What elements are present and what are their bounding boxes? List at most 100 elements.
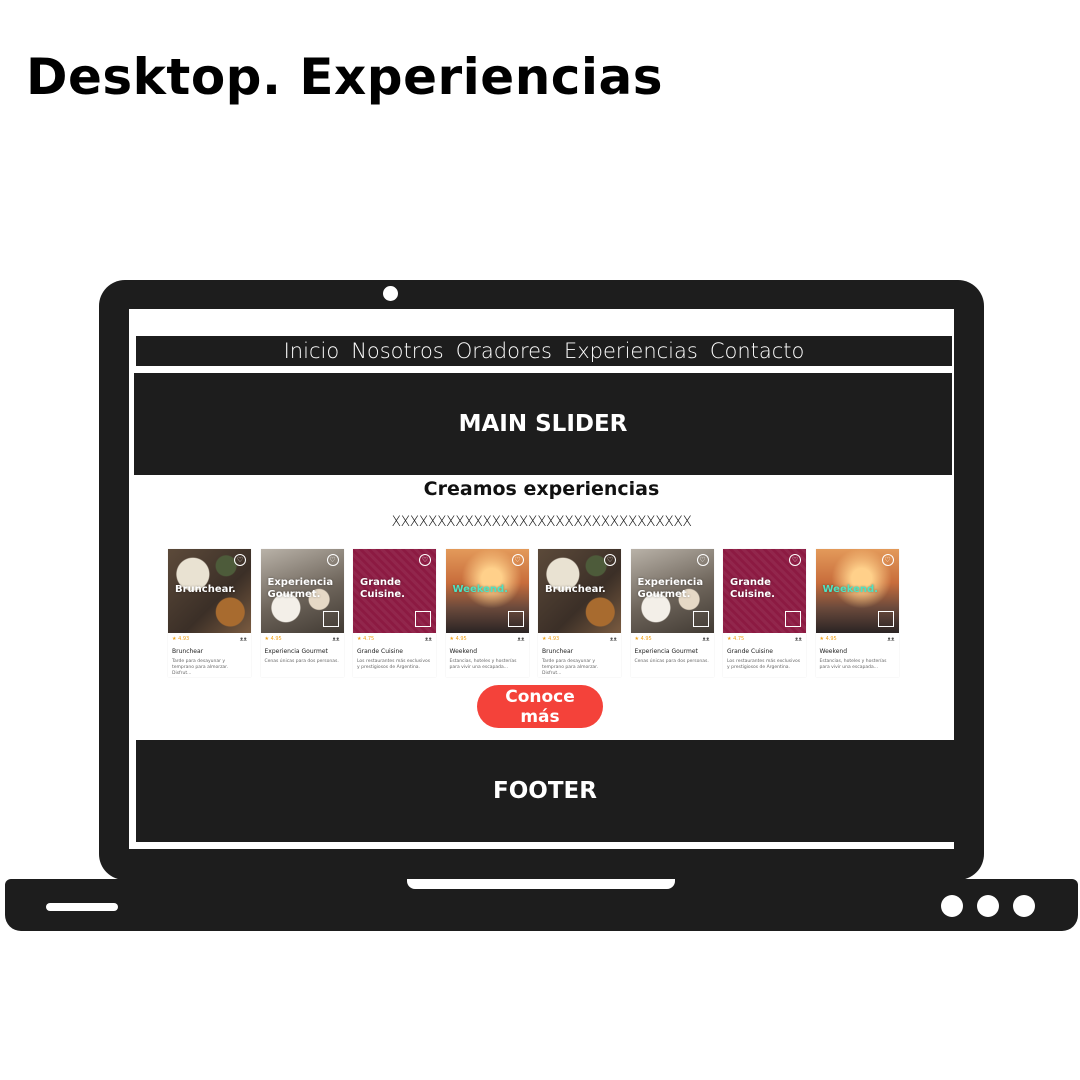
card-image-text: Weekend. (452, 584, 508, 595)
experience-cards: Brunchear. ♡ ★ 4.93 ᴥᴥ Brunchear Tarde para d… (168, 549, 908, 677)
people-icon: ᴥᴥ (239, 635, 247, 643)
people-icon: ᴥᴥ (609, 635, 617, 643)
card-description: Cenas únicas para dos personas. (634, 659, 709, 664)
card-description: Estancias, hoteles y hosterías para vivi… (449, 659, 517, 670)
heart-icon[interactable]: ♡ (326, 554, 339, 566)
experience-card[interactable]: Weekend. ♡ ★ 4.95 ᴥᴥ Weekend Estancias, hotel… (445, 549, 529, 677)
card-image-text: Experiencia Gourmet. (637, 577, 704, 600)
bigbox-logo-icon (507, 611, 524, 627)
experience-card[interactable]: Experiencia Gourmet. ♡ ★ 4.95 ᴥᴥ Experiencia… (630, 549, 714, 677)
bigbox-logo-icon (877, 611, 894, 627)
footer: FOOTER (136, 740, 954, 842)
heart-icon[interactable]: ♡ (881, 554, 894, 566)
webcam (383, 286, 398, 301)
card-rating: ★ 4.75 (727, 636, 745, 642)
heart-icon[interactable]: ♡ (419, 554, 431, 566)
experience-card[interactable]: Weekend. ♡ ★ 4.95 ᴥᴥ Weekend Estancias, hotel… (815, 549, 899, 677)
heart-icon[interactable]: ♡ (511, 554, 524, 566)
card-meta: ★ 4.93 ᴥᴥ (542, 635, 617, 643)
card-image-text: Grande Cuisine. (730, 577, 775, 600)
nav-item-contacto[interactable]: Contacto (710, 336, 805, 366)
card-description: Cenas únicas para dos personas. (264, 659, 339, 664)
card-image: Grande Cuisine. ♡ (353, 549, 436, 633)
bigbox-logo-icon (785, 611, 801, 627)
nav-item-inicio[interactable]: Inicio (284, 336, 340, 366)
heart-icon[interactable]: ♡ (604, 554, 616, 566)
card-description: Los restaurantes más exclusivos y presti… (727, 659, 801, 670)
trackpad-slot (46, 903, 118, 911)
heart-icon[interactable]: ♡ (696, 554, 709, 566)
card-meta: ★ 4.93 ᴥᴥ (172, 635, 247, 643)
card-name: Brunchear (542, 648, 574, 655)
nav-item-experiencias[interactable]: Experiencias (564, 336, 698, 366)
bigbox-logo-icon (692, 611, 709, 627)
card-meta: ★ 4.95 ᴥᴥ (635, 635, 710, 643)
hinge-notch (407, 879, 675, 889)
people-icon: ᴥᴥ (332, 635, 340, 643)
laptop-screen: Inicio Nosotros Oradores Experiencias Co… (129, 309, 954, 849)
people-icon: ᴥᴥ (424, 635, 432, 643)
people-icon: ᴥᴥ (517, 635, 525, 643)
card-meta: ★ 4.95 ᴥᴥ (265, 635, 340, 643)
indicator-dot (1013, 895, 1035, 917)
section-title: Creamos experiencias (423, 478, 660, 500)
card-name: Experiencia Gourmet (264, 648, 328, 655)
card-meta: ★ 4.75 ᴥᴥ (727, 635, 802, 643)
card-description: Estancias, hoteles y hosterías para vivi… (819, 659, 887, 670)
card-description: Los restaurantes más exclusivos y presti… (357, 659, 431, 670)
card-name: Weekend (449, 648, 478, 655)
card-image: Brunchear. ♡ (538, 549, 621, 633)
card-image-text: Brunchear. (545, 584, 606, 595)
card-name: Grande Cuisine (357, 648, 403, 655)
nav-item-oradores[interactable]: Oradores (456, 336, 552, 366)
card-meta: ★ 4.75 ᴥᴥ (357, 635, 432, 643)
bigbox-logo-icon (322, 611, 339, 627)
indicator-dot (941, 895, 963, 917)
card-image: Experiencia Gourmet. ♡ (630, 549, 714, 633)
card-name: Brunchear (172, 648, 204, 655)
card-description: Tarde para desayunar y temprano para alm… (172, 659, 229, 676)
main-slider[interactable]: MAIN SLIDER (134, 373, 952, 475)
people-icon: ᴥᴥ (794, 635, 802, 643)
card-rating: ★ 4.75 (357, 636, 375, 642)
nav-item-nosotros[interactable]: Nosotros (351, 336, 444, 366)
experience-card[interactable]: Brunchear. ♡ ★ 4.93 ᴥᴥ Brunchear Tarde para d… (538, 549, 621, 677)
main-nav: Inicio Nosotros Oradores Experiencias Co… (136, 336, 952, 366)
card-image-text: Weekend. (822, 584, 878, 595)
experience-card[interactable]: Grande Cuisine. ♡ ★ 4.75 ᴥᴥ Grande Cuisine Lo… (353, 549, 436, 677)
experience-card[interactable]: Experiencia Gourmet. ♡ ★ 4.95 ᴥᴥ Experiencia… (260, 549, 344, 677)
card-image: Weekend. ♡ (445, 549, 529, 633)
card-rating: ★ 4.93 (172, 636, 190, 642)
card-image-text: Grande Cuisine. (360, 577, 405, 600)
experience-card[interactable]: Grande Cuisine. ♡ ★ 4.75 ᴥᴥ Grande Cuisine Lo… (723, 549, 806, 677)
indicator-dot (977, 895, 999, 917)
people-icon: ᴥᴥ (887, 635, 895, 643)
bigbox-logo-icon (415, 611, 431, 627)
card-rating: ★ 4.95 (449, 636, 467, 642)
card-name: Weekend (819, 648, 848, 655)
card-image: Grande Cuisine. ♡ (723, 549, 806, 633)
people-icon: ᴥᴥ (702, 635, 710, 643)
section-subtitle: XXXXXXXXXXXXXXXXXXXXXXXXXXXXXXXXX (391, 514, 693, 530)
heart-icon[interactable]: ♡ (789, 554, 801, 566)
main-slider-label: MAIN SLIDER (458, 411, 628, 437)
card-image: Weekend. ♡ (815, 549, 899, 633)
card-name: Grande Cuisine (727, 648, 773, 655)
page-title: Desktop. Experiencias (26, 48, 664, 106)
heart-icon[interactable]: ♡ (234, 554, 246, 566)
experience-card[interactable]: Brunchear. ♡ ★ 4.93 ᴥᴥ Brunchear Tarde para d… (168, 549, 251, 677)
card-rating: ★ 4.95 (634, 636, 652, 642)
card-meta: ★ 4.95 ᴥᴥ (820, 635, 895, 643)
card-meta: ★ 4.95 ᴥᴥ (450, 635, 525, 643)
card-description: Tarde para desayunar y temprano para alm… (542, 659, 599, 676)
card-name: Experiencia Gourmet (634, 648, 698, 655)
card-image-text: Brunchear. (175, 584, 236, 595)
card-rating: ★ 4.95 (819, 636, 837, 642)
card-image: Experiencia Gourmet. ♡ (260, 549, 344, 633)
card-image: Brunchear. ♡ (168, 549, 251, 633)
card-image-text: Experiencia Gourmet. (267, 577, 334, 600)
footer-label: FOOTER (493, 778, 597, 804)
conoce-mas-button[interactable]: Conoce más (477, 685, 603, 728)
card-rating: ★ 4.93 (542, 636, 560, 642)
card-rating: ★ 4.95 (264, 636, 282, 642)
